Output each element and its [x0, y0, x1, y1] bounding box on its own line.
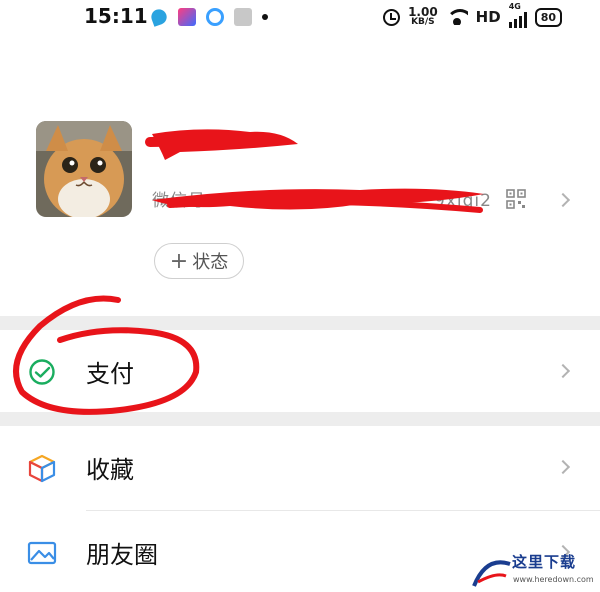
more-notifications-dot [262, 14, 268, 20]
status-time: 15:11 [84, 4, 148, 28]
plus-icon: + [169, 248, 189, 274]
watermark-url: www.heredown.com [513, 575, 594, 584]
chevron-right-icon [555, 459, 571, 475]
app-notification-icon [206, 8, 224, 26]
profile-chevron-right-icon[interactable] [555, 192, 571, 208]
wechat-id[interactable]: 微信号： 9xiqi20 [152, 186, 492, 211]
wechat-id-label: 微信号： [152, 191, 224, 211]
section-divider [0, 316, 600, 330]
system-icons: 1.00 KB/S HD 4G 80 [383, 2, 562, 29]
status-button-label: 状态 [192, 252, 229, 273]
photo-notification-icon [234, 8, 252, 26]
alarm-icon [383, 8, 401, 26]
qr-code-icon[interactable] [506, 189, 526, 209]
moments-image-icon [27, 541, 57, 565]
signal-icon: 4G [508, 2, 527, 28]
menu-item-label: 支付 [86, 360, 134, 388]
wechat-id-value: 9xiqi20 [434, 191, 492, 211]
chevron-right-icon [555, 363, 571, 379]
battery-icon: 80 [534, 7, 562, 27]
menu-item-favorites[interactable]: 收藏 [0, 426, 600, 508]
telegram-icon [149, 7, 169, 27]
favorites-cube-icon [28, 454, 56, 483]
watermark-name: 这里下载 [512, 553, 577, 571]
menu-item-label: 收藏 [86, 456, 134, 484]
avatar[interactable] [36, 121, 132, 217]
cat-avatar-image [36, 121, 132, 217]
pay-icon [29, 359, 55, 385]
youku-icon [178, 8, 196, 26]
network-speed: 1.00 KB/S [408, 5, 438, 27]
hd-indicator: HD [475, 8, 501, 26]
status-bar: 15:11 1.00 KB/S HD 4G 80 [0, 0, 600, 34]
menu-item-label: 朋友圈 [86, 541, 158, 569]
notification-icons [149, 7, 268, 27]
menu-item-pay[interactable]: 支付 [0, 330, 600, 412]
section-divider [0, 412, 600, 426]
wifi-icon [445, 9, 468, 25]
add-status-button[interactable]: + 状态 [154, 243, 244, 279]
